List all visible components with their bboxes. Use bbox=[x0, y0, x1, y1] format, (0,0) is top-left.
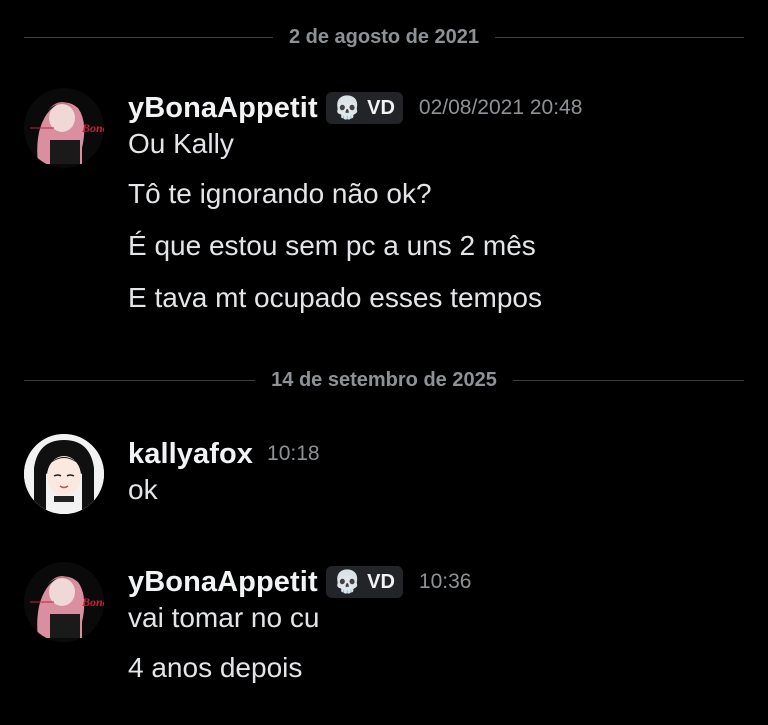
message-header: yBonaAppetit 💀 VD 10:36 bbox=[128, 562, 744, 602]
message-timestamp[interactable]: 02/08/2021 20:48 bbox=[419, 96, 583, 120]
username[interactable]: yBonaAppetit bbox=[128, 92, 318, 125]
message-text: É que estou sem pc a uns 2 mês bbox=[128, 230, 536, 261]
server-tag-text: VD bbox=[367, 570, 395, 593]
date-divider: 2 de agosto de 2021 bbox=[24, 25, 745, 48]
server-tag[interactable]: 💀 VD bbox=[325, 92, 403, 124]
message-text: ok bbox=[128, 474, 158, 505]
message-header: kallyafox 10:18 bbox=[128, 434, 744, 474]
skull-icon: 💀 bbox=[333, 569, 362, 594]
message-text: Ou Kally bbox=[128, 128, 234, 159]
message-text: vai tomar no cu bbox=[128, 602, 320, 633]
username[interactable]: yBonaAppetit bbox=[128, 566, 318, 599]
date-divider-label: 2 de agosto de 2021 bbox=[288, 25, 480, 48]
message-content: yBonaAppetit 💀 VD 02/08/2021 20:48 Ou Ka… bbox=[128, 88, 744, 324]
message-content: yBonaAppetit 💀 VD 10:36 vai tomar no cu … bbox=[128, 562, 744, 694]
message-text: Tô te ignorando não ok? bbox=[128, 178, 432, 209]
message-header: yBonaAppetit 💀 VD 02/08/2021 20:48 bbox=[128, 88, 744, 128]
divider-line bbox=[24, 36, 273, 38]
message-text: 4 anos depois bbox=[128, 652, 303, 683]
date-divider: 14 de setembro de 2025 bbox=[24, 368, 744, 391]
avatar[interactable]: Bona bbox=[24, 88, 104, 168]
server-tag-text: VD bbox=[367, 96, 395, 119]
anime-boy-avatar-image bbox=[24, 434, 104, 514]
skull-icon: 💀 bbox=[333, 95, 362, 120]
message-timestamp[interactable]: 10:18 bbox=[267, 442, 320, 466]
message-timestamp[interactable]: 10:36 bbox=[419, 570, 472, 594]
svg-text:Bona: Bona bbox=[81, 595, 104, 609]
divider-line bbox=[495, 36, 745, 38]
date-divider-label: 14 de setembro de 2025 bbox=[271, 368, 497, 391]
username[interactable]: kallyafox bbox=[128, 438, 253, 471]
anime-girl-avatar-image: Bona bbox=[24, 88, 104, 168]
divider-line bbox=[512, 379, 744, 381]
message-text: E tava mt ocupado esses tempos bbox=[128, 282, 542, 313]
avatar[interactable] bbox=[24, 434, 104, 514]
svg-text:Bona: Bona bbox=[81, 121, 104, 135]
avatar[interactable]: Bona bbox=[24, 562, 104, 642]
message-content: kallyafox 10:18 ok bbox=[128, 434, 744, 506]
server-tag[interactable]: 💀 VD bbox=[325, 566, 403, 598]
anime-girl-avatar-image: Bona bbox=[24, 562, 104, 642]
divider-line bbox=[24, 379, 256, 381]
